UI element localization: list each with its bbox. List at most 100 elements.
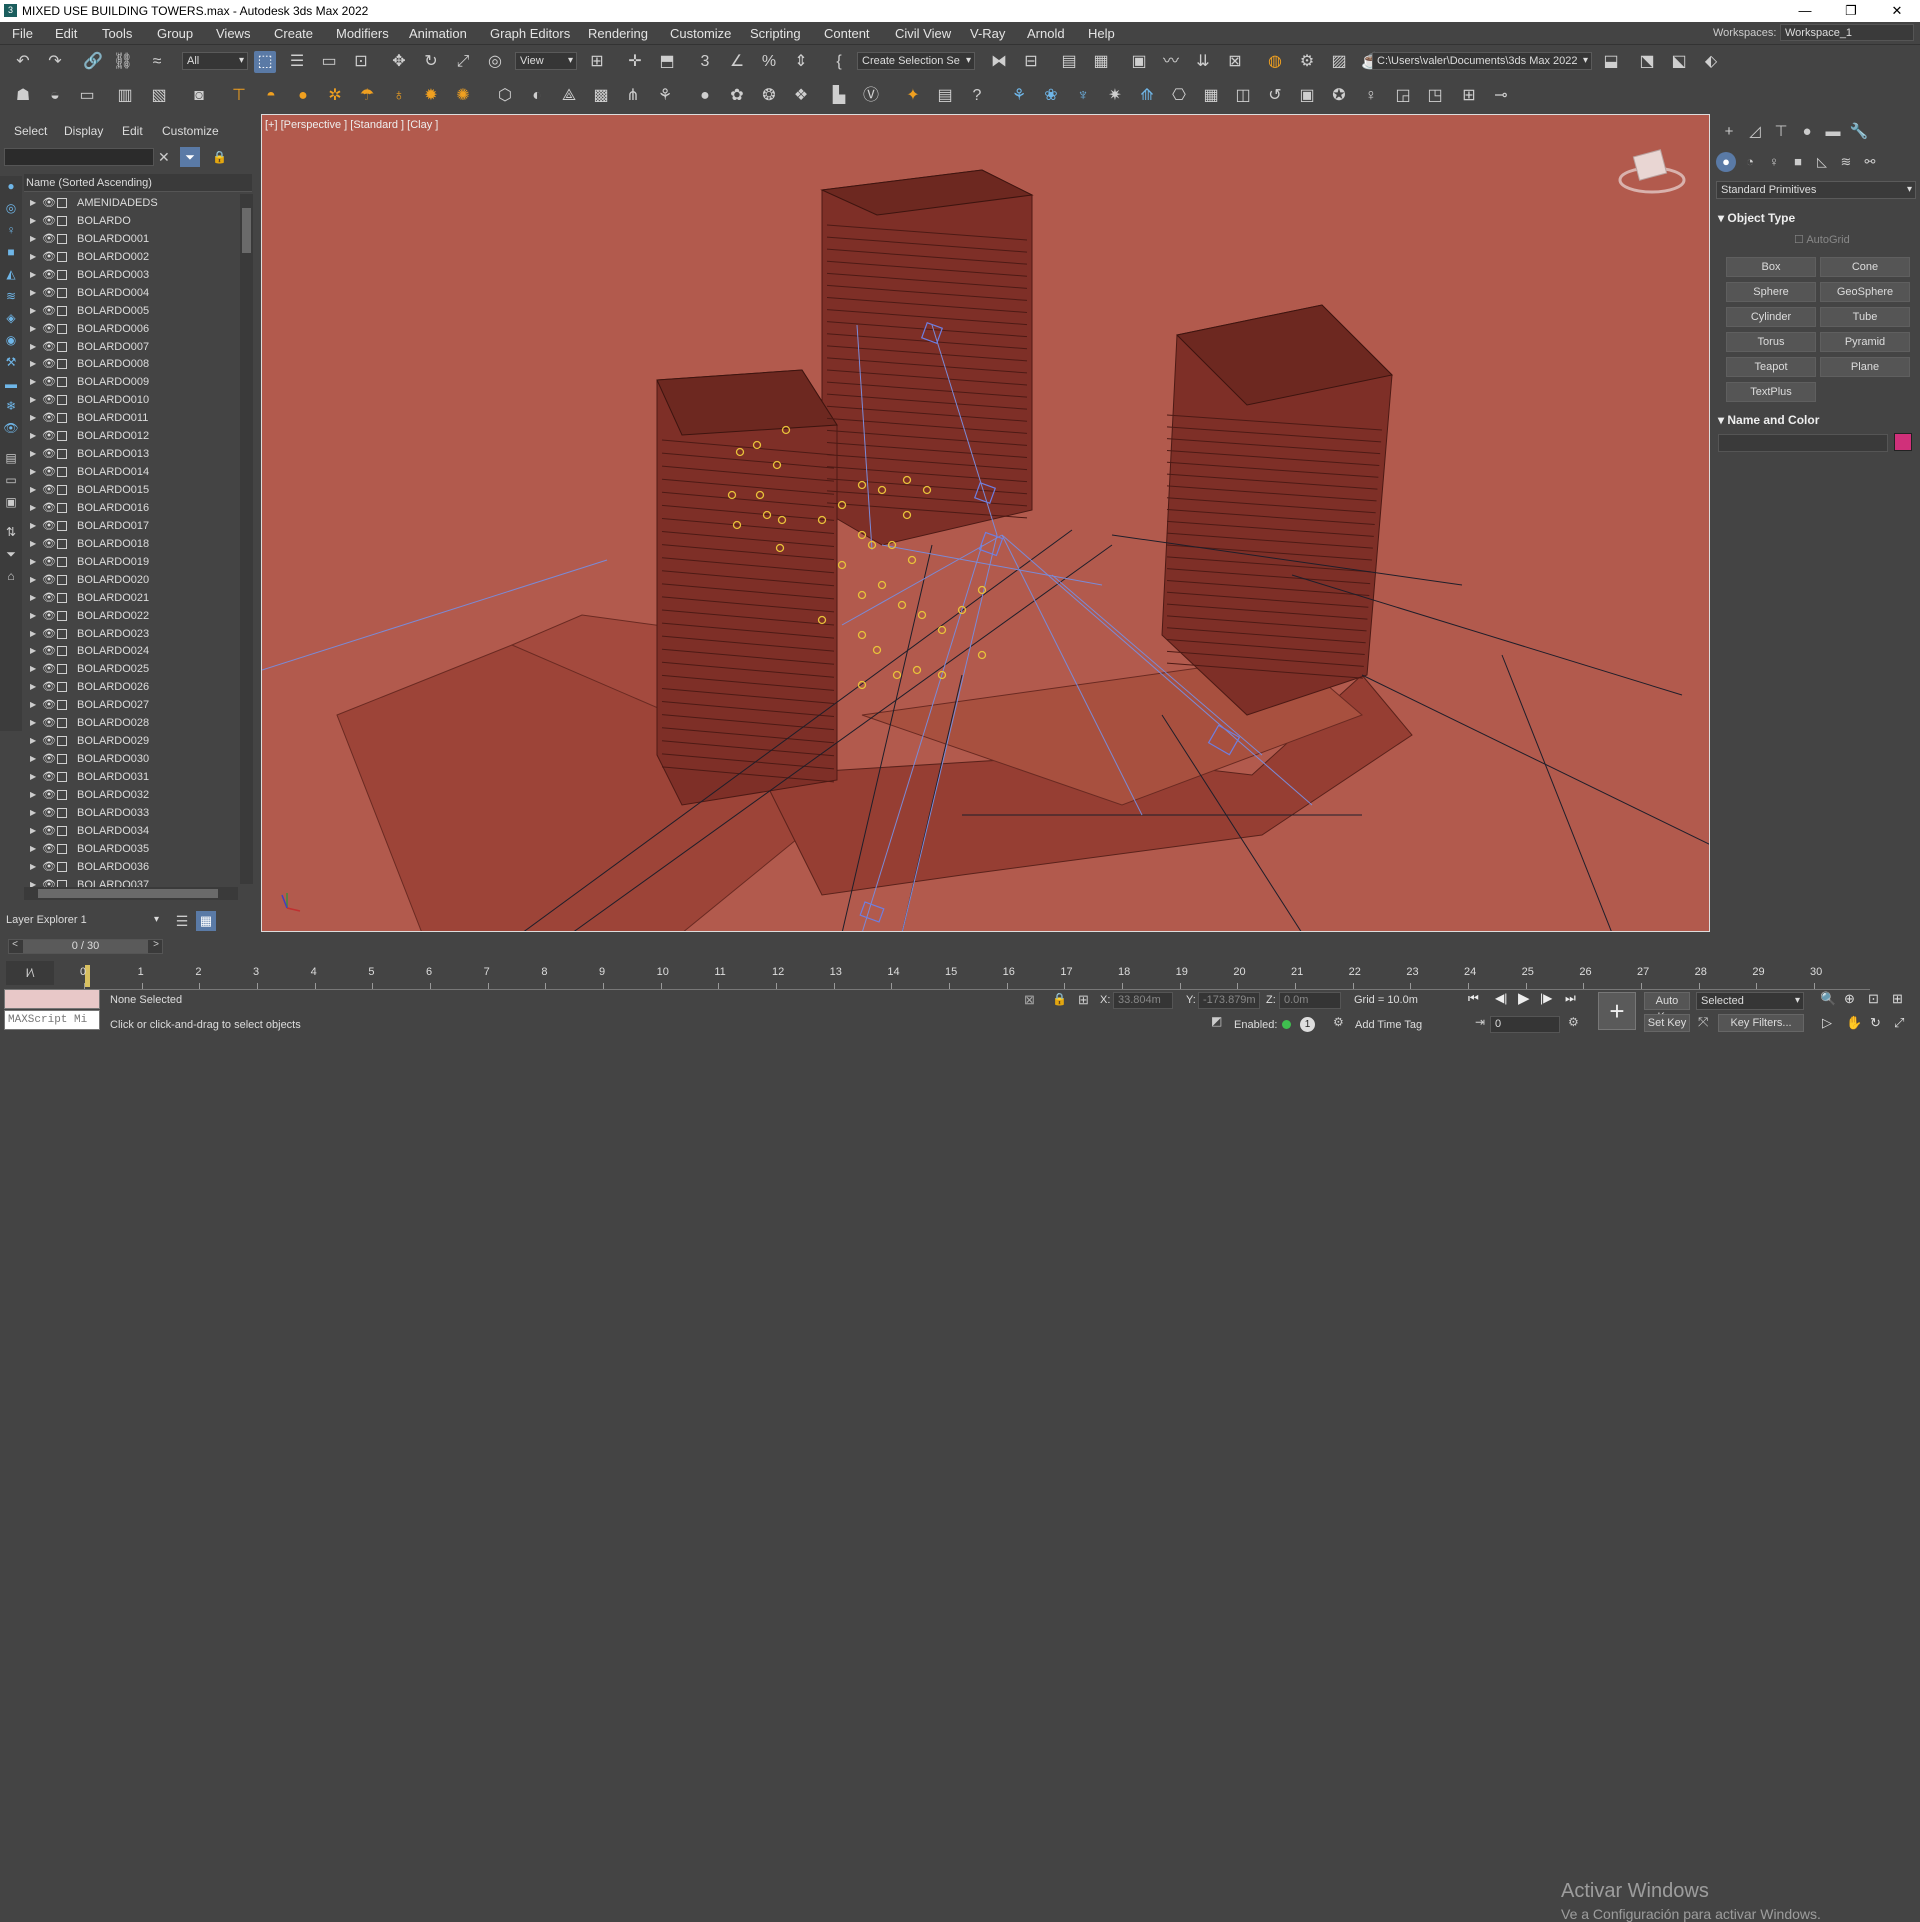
display-groups-icon[interactable]: ◈ xyxy=(3,310,19,326)
arnold-shader-icon[interactable]: ✪ xyxy=(1328,85,1350,107)
visibility-eye-icon[interactable]: 👁 xyxy=(42,302,56,320)
list-item[interactable]: ▶👁BOLARDO031 xyxy=(24,768,238,786)
rotate-icon[interactable]: ↻ xyxy=(420,51,442,73)
expand-arrow-icon[interactable]: ▶ xyxy=(30,535,36,553)
list-item[interactable]: ▶👁BOLARDO014 xyxy=(24,463,238,481)
visibility-eye-icon[interactable]: 👁 xyxy=(42,607,56,625)
enabled-indicator[interactable] xyxy=(1282,1020,1291,1029)
sort-icon[interactable]: ⇅ xyxy=(3,524,19,540)
menu-file[interactable]: File xyxy=(12,26,33,41)
key-filter-icon[interactable]: ⤧ xyxy=(1698,1014,1708,1030)
expand-arrow-icon[interactable]: ▶ xyxy=(30,804,36,822)
list-item[interactable]: ▶👁BOLARDO024 xyxy=(24,642,238,660)
rectangular-region-icon[interactable]: ▭ xyxy=(318,51,340,73)
fur-icon[interactable]: ⟁ xyxy=(558,85,580,107)
close-button[interactable]: ✕ xyxy=(1874,0,1920,22)
zoom-all-icon[interactable]: ⊕ xyxy=(1844,991,1855,1007)
time-config-icon[interactable]: ⚙ xyxy=(1568,1015,1579,1029)
visibility-eye-icon[interactable]: 👁 xyxy=(42,732,56,750)
list-item[interactable]: ▶👁BOLARDO026 xyxy=(24,678,238,696)
add-time-tag[interactable]: Add Time Tag xyxy=(1355,1019,1422,1031)
keyboard-shortcut-override-icon[interactable]: ⬒ xyxy=(656,51,678,73)
list-item[interactable]: ▶👁BOLARDO023 xyxy=(24,625,238,643)
expand-arrow-icon[interactable]: ▶ xyxy=(30,607,36,625)
arnold-sun-icon[interactable]: ✷ xyxy=(1104,85,1126,107)
visibility-eye-icon[interactable]: 👁 xyxy=(42,571,56,589)
explorer-menu-edit[interactable]: Edit xyxy=(122,124,143,138)
camera-icon[interactable]: ◙ xyxy=(188,85,210,107)
list-item[interactable]: ▶👁BOLARDO008 xyxy=(24,355,238,373)
helpers-icon[interactable]: ◺ xyxy=(1812,152,1832,172)
placement-icon[interactable]: ◎ xyxy=(484,51,506,73)
expand-arrow-icon[interactable]: ▶ xyxy=(30,625,36,643)
restore-button[interactable]: ❐ xyxy=(1828,0,1874,22)
project-icon-3[interactable]: ⬕ xyxy=(1668,51,1690,73)
pivot-center-icon[interactable]: ⊞ xyxy=(586,51,608,73)
visibility-eye-icon[interactable]: 👁 xyxy=(42,194,56,212)
expand-arrow-icon[interactable]: ▶ xyxy=(30,391,36,409)
menu-content[interactable]: Content xyxy=(824,26,870,41)
bind-spacewarp-icon[interactable]: ≈ xyxy=(146,51,168,73)
expand-arrow-icon[interactable]: ▶ xyxy=(30,642,36,660)
archive-icon[interactable]: ▭ xyxy=(76,85,98,107)
vray-volume-icon[interactable]: ⚘ xyxy=(654,85,676,107)
time-tag-icon[interactable]: ⚙ xyxy=(1333,1015,1344,1029)
display-spacewarps-icon[interactable]: ≋ xyxy=(3,288,19,304)
expand-arrow-icon[interactable]: ▶ xyxy=(30,427,36,445)
link-icon[interactable]: 🔗 xyxy=(82,51,104,73)
teapot-button[interactable]: Teapot xyxy=(1726,357,1816,377)
maximize-viewport-icon[interactable]: ⤢ xyxy=(1894,1015,1904,1031)
visibility-eye-icon[interactable]: 👁 xyxy=(42,284,56,302)
list-item[interactable]: ▶👁BOLARDO016 xyxy=(24,499,238,517)
scene-explorer-icon[interactable]: ▦ xyxy=(196,911,216,931)
list-item[interactable]: ▶👁BOLARDO017 xyxy=(24,517,238,535)
list-item[interactable]: ▶👁BOLARDO012 xyxy=(24,427,238,445)
visibility-eye-icon[interactable]: 👁 xyxy=(42,858,56,876)
display-invert-icon[interactable]: ▣ xyxy=(3,494,19,510)
menu-tools[interactable]: Tools xyxy=(102,26,132,41)
list-item[interactable]: ▶👁BOLARDO005 xyxy=(24,302,238,320)
expand-arrow-icon[interactable]: ▶ xyxy=(30,445,36,463)
list-item[interactable]: ▶👁BOLARDO002 xyxy=(24,248,238,266)
expand-arrow-icon[interactable]: ▶ xyxy=(30,858,36,876)
sun-icon[interactable]: ☂ xyxy=(356,85,378,107)
next-frame-playback-icon[interactable]: |▶ xyxy=(1540,991,1552,1005)
plane-button[interactable]: Plane xyxy=(1820,357,1910,377)
render-setup-icon[interactable]: ⚙ xyxy=(1296,51,1318,73)
rendered-frame-window-icon[interactable]: ▨ xyxy=(1328,51,1350,73)
visibility-eye-icon[interactable]: 👁 xyxy=(42,714,56,732)
window-crossing-icon[interactable]: ⊡ xyxy=(350,51,372,73)
object-type-rollout[interactable]: ▾ Object Type xyxy=(1718,209,1914,227)
visibility-eye-icon[interactable]: 👁 xyxy=(42,678,56,696)
menu-graph-editors[interactable]: Graph Editors xyxy=(490,26,570,41)
proxy-icon[interactable]: ▧ xyxy=(148,85,170,107)
list-item[interactable]: ▶👁BOLARDO022 xyxy=(24,607,238,625)
visibility-eye-icon[interactable]: 👁 xyxy=(42,248,56,266)
visibility-eye-icon[interactable]: 👁 xyxy=(42,499,56,517)
visibility-eye-icon[interactable]: 👁 xyxy=(42,696,56,714)
list-item[interactable]: ▶👁BOLARDO020 xyxy=(24,571,238,589)
cone-button[interactable]: Cone xyxy=(1820,257,1910,277)
time-slider[interactable]: < 0 / 30 > xyxy=(8,939,163,954)
material-editor-icon[interactable]: ◍ xyxy=(1264,51,1286,73)
list-item[interactable]: ▶👁BOLARDO025 xyxy=(24,660,238,678)
key-mode-icon[interactable]: ⇥ xyxy=(1475,1015,1485,1029)
visibility-eye-icon[interactable]: 👁 xyxy=(42,373,56,391)
filter-icon[interactable]: ⏷ xyxy=(180,147,200,167)
project-folder-dropdown[interactable]: C:\Users\valer\Documents\3ds Max 2022 xyxy=(1372,52,1592,70)
material-multi-icon[interactable]: ✿ xyxy=(726,85,748,107)
expand-arrow-icon[interactable]: ▶ xyxy=(30,517,36,535)
play-icon[interactable]: ▶ xyxy=(1518,989,1530,1007)
list-item[interactable]: ▶👁BOLARDO032 xyxy=(24,786,238,804)
geosphere-button[interactable]: GeoSphere xyxy=(1820,282,1910,302)
name-color-rollout[interactable]: ▾ Name and Color xyxy=(1718,411,1914,429)
display-hidden-icon[interactable]: 👁 xyxy=(3,420,19,436)
project-icon-4[interactable]: ⬖ xyxy=(1700,51,1722,73)
zoom-extents-icon[interactable]: ⊡ xyxy=(1868,991,1879,1007)
expand-arrow-icon[interactable]: ▶ xyxy=(30,230,36,248)
expand-arrow-icon[interactable]: ▶ xyxy=(30,589,36,607)
mirror-icon[interactable]: ⧓ xyxy=(988,51,1010,73)
visibility-eye-icon[interactable]: 👁 xyxy=(42,660,56,678)
scale-icon[interactable]: ⤢ xyxy=(452,51,474,73)
expand-arrow-icon[interactable]: ▶ xyxy=(30,840,36,858)
